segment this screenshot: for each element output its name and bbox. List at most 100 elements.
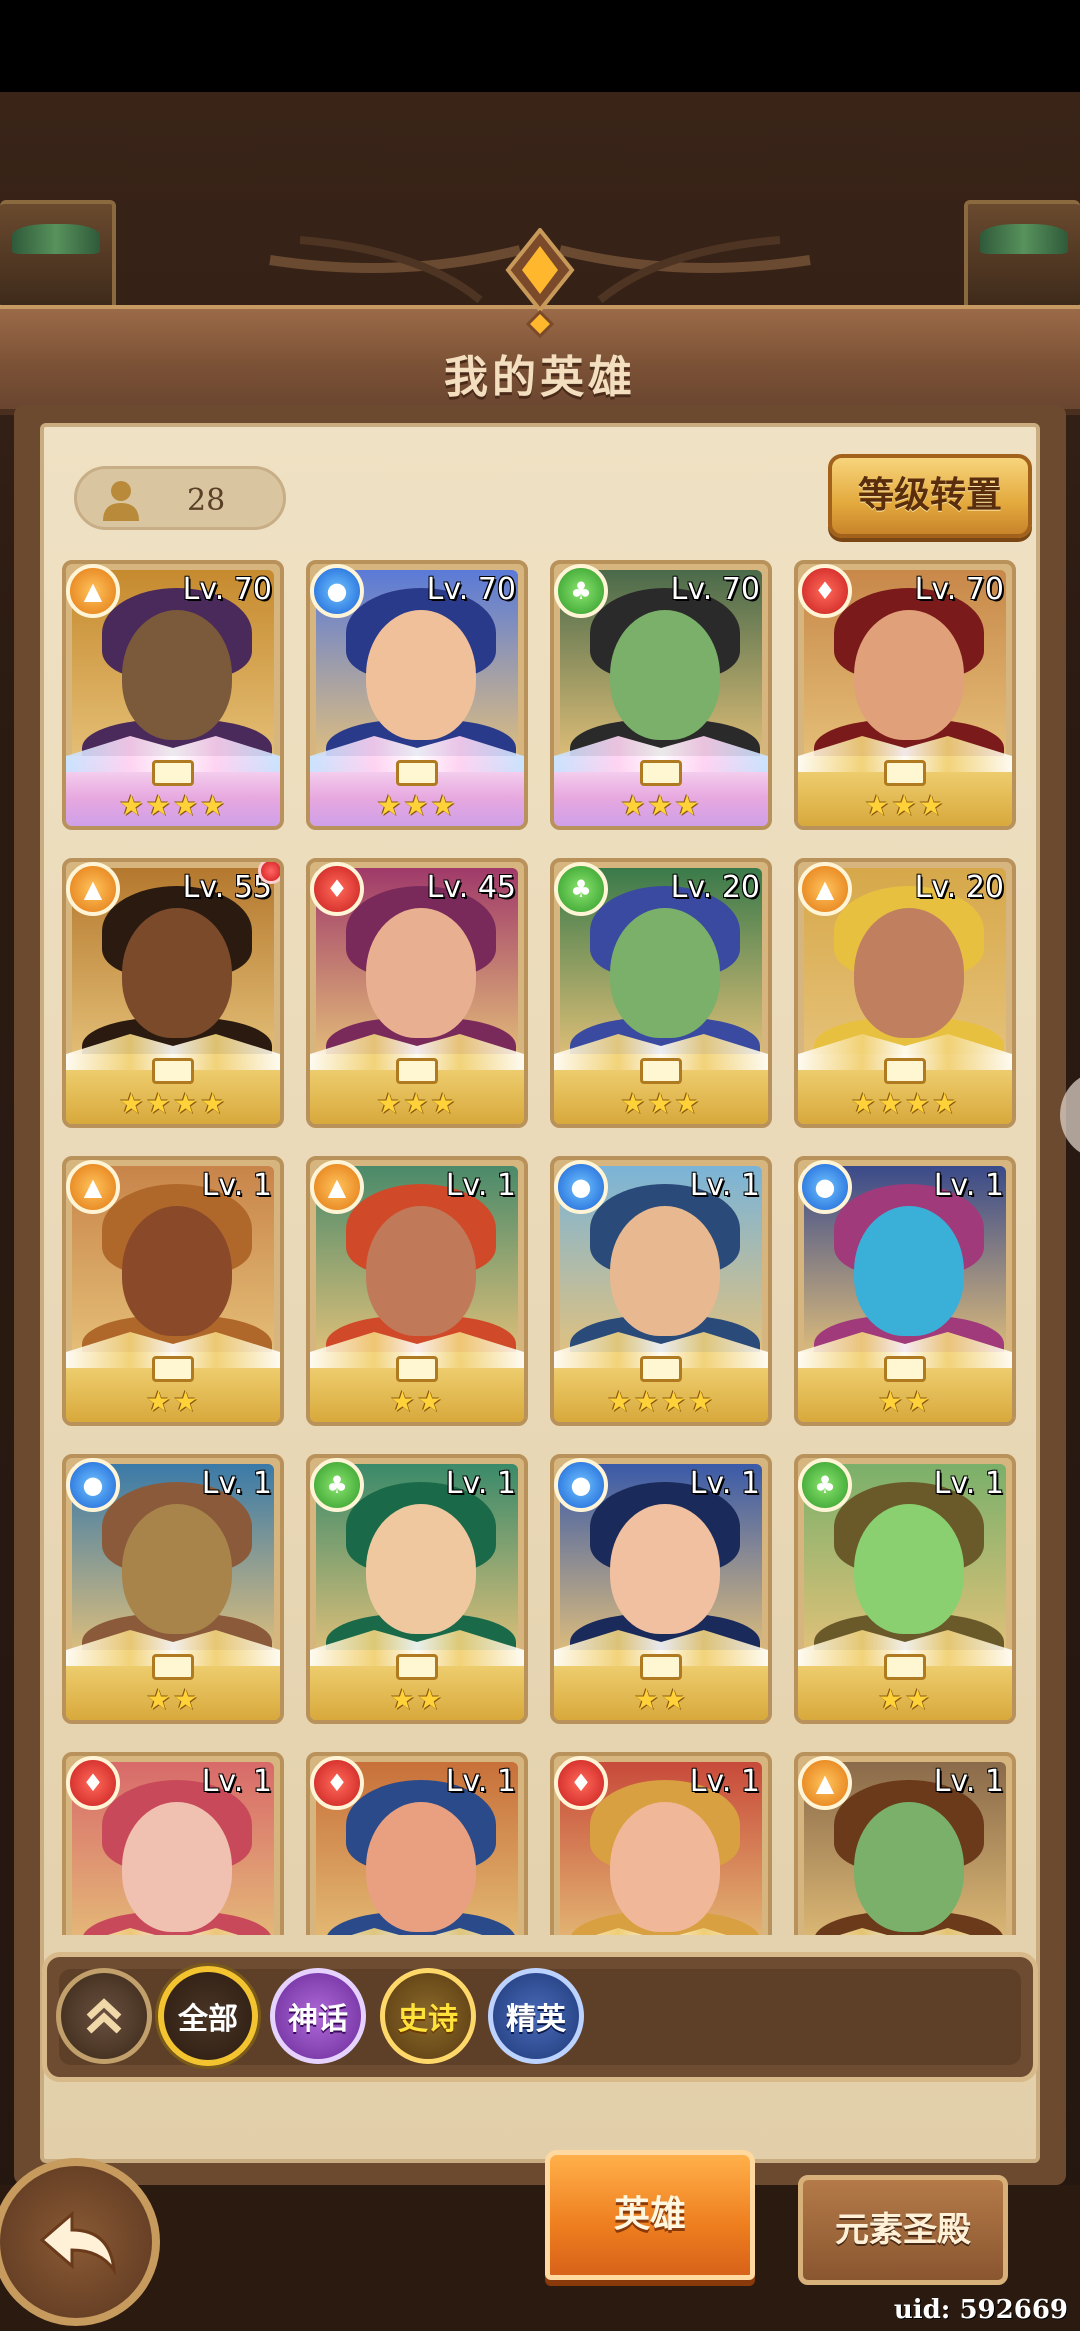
hero-grid: ★★★★ Lv. 70 ▲ ★★★ Lv. 70 ● ★★★ Lv. 70 ♣ ★★★ Lv. 70… (62, 560, 1022, 1935)
hero-card[interactable]: ★★★ Lv. 45 ♦ (306, 858, 528, 1128)
hero-level: Lv. 70 (182, 572, 272, 607)
hero-stars: ★★★ (376, 789, 458, 822)
collapse-button[interactable] (56, 1968, 152, 2064)
light-element-icon: ▲ (66, 1160, 120, 1214)
hero-level: Lv. 70 (426, 572, 516, 607)
tab-temple-label: 元素圣殿 (835, 2210, 971, 2250)
hero-stars: ★★★ (376, 1087, 458, 1120)
nature-element-icon: ♣ (554, 862, 608, 916)
hero-stars: ★★ (389, 1683, 445, 1716)
light-element-icon: ▲ (798, 1756, 852, 1810)
hero-card[interactable]: ★★★★ Lv. 1 ● (550, 1156, 772, 1426)
hero-level: Lv. 1 (201, 1466, 272, 1501)
tab-heroes[interactable]: 英雄 (545, 2150, 755, 2280)
tab-element-temple[interactable]: 元素圣殿 (798, 2175, 1008, 2285)
hero-card[interactable]: ★★ Lv. 1 ● (550, 1454, 772, 1724)
rank-emblem-icon (640, 760, 682, 786)
hero-stars: ★★ (145, 1385, 201, 1418)
double-chevron-up-icon (86, 1998, 122, 2034)
fire-element-icon: ♦ (310, 1756, 364, 1810)
status-bar (0, 0, 1080, 92)
rank-emblem-icon (396, 1058, 438, 1084)
hero-card[interactable]: ★★★ Lv. 70 ♦ (794, 560, 1016, 830)
hero-card[interactable]: ★★★★ Lv. 20 ▲ (794, 858, 1016, 1128)
hero-card[interactable]: Lv. 1 ▲ (794, 1752, 1016, 1935)
nature-element-icon: ♣ (798, 1458, 852, 1512)
fire-element-icon: ♦ (66, 1756, 120, 1810)
hero-card[interactable]: ★★ Lv. 1 ▲ (306, 1156, 528, 1426)
hero-level: Lv. 70 (914, 572, 1004, 607)
rank-emblem-icon (884, 1356, 926, 1382)
nature-element-icon: ♣ (310, 1458, 364, 1512)
hero-card[interactable]: Lv. 1 ♦ (62, 1752, 284, 1935)
hero-stars: ★★★★ (118, 789, 228, 822)
hero-count-badge: 28 (74, 466, 286, 530)
hero-card[interactable]: ★★ Lv. 1 ● (794, 1156, 1016, 1426)
rank-emblem-icon (884, 1058, 926, 1084)
hero-level: Lv. 45 (426, 870, 516, 905)
hero-level: Lv. 20 (914, 870, 1004, 905)
user-id: uid: 592669 (893, 2295, 1068, 2325)
hero-level: Lv. 1 (689, 1466, 760, 1501)
filter-epic-button[interactable]: 史诗 (380, 1968, 476, 2064)
hero-stars: ★★★ (620, 1087, 702, 1120)
water-element-icon: ● (310, 564, 364, 618)
hero-card[interactable]: ★★ Lv. 1 ▲ (62, 1156, 284, 1426)
hero-stars: ★★ (633, 1683, 689, 1716)
fire-element-icon: ♦ (798, 564, 852, 618)
filter-all-button[interactable]: 全部 (158, 1966, 258, 2066)
water-element-icon: ● (554, 1458, 608, 1512)
hero-level: Lv. 1 (201, 1168, 272, 1203)
hero-card[interactable]: ★★ Lv. 1 ♣ (306, 1454, 528, 1724)
rank-emblem-icon (884, 760, 926, 786)
rank-emblem-icon (152, 1654, 194, 1680)
hero-level: Lv. 1 (445, 1168, 516, 1203)
level-transfer-button[interactable]: 等级转置 (828, 454, 1032, 538)
hero-stars: ★★ (145, 1683, 201, 1716)
light-element-icon: ▲ (798, 862, 852, 916)
page-title: 我的英雄 (444, 352, 636, 403)
filter-elite-button[interactable]: 精英 (488, 1968, 584, 2064)
hero-level: Lv. 1 (201, 1764, 272, 1799)
hero-stars: ★★★★ (606, 1385, 716, 1418)
hero-stars: ★★★★ (850, 1087, 960, 1120)
level-transfer-label: 等级转置 (857, 475, 1002, 516)
hero-level: Lv. 1 (445, 1466, 516, 1501)
hero-level: Lv. 1 (689, 1168, 760, 1203)
notification-dot (258, 862, 280, 884)
hero-level: Lv. 1 (933, 1466, 1004, 1501)
hero-stars: ★★★ (864, 789, 946, 822)
hero-stars: ★★ (389, 1385, 445, 1418)
water-element-icon: ● (66, 1458, 120, 1512)
hero-level: Lv. 20 (670, 870, 760, 905)
hero-stars: ★★★ (620, 789, 702, 822)
hero-card[interactable]: Lv. 1 ♦ (550, 1752, 772, 1935)
hero-level: Lv. 1 (933, 1168, 1004, 1203)
hero-card[interactable]: ★★★★ Lv. 55 ▲ (62, 858, 284, 1128)
hero-card[interactable]: ★★★ Lv. 70 ♣ (550, 560, 772, 830)
fire-element-icon: ♦ (310, 862, 364, 916)
rank-emblem-icon (152, 760, 194, 786)
rank-emblem-icon (640, 1058, 682, 1084)
rank-emblem-icon (640, 1356, 682, 1382)
fire-element-icon: ♦ (554, 1756, 608, 1810)
water-element-icon: ● (554, 1160, 608, 1214)
rank-emblem-icon (152, 1058, 194, 1084)
hero-card[interactable]: ★★★ Lv. 20 ♣ (550, 858, 772, 1128)
hero-level: Lv. 1 (445, 1764, 516, 1799)
filter-mythic-button[interactable]: 神话 (270, 1968, 366, 2064)
hero-card[interactable]: Lv. 1 ♦ (306, 1752, 528, 1935)
gem-emblem-icon (505, 228, 575, 338)
hero-stars: ★★★★ (118, 1087, 228, 1120)
rank-emblem-icon (152, 1356, 194, 1382)
hero-card[interactable]: ★★★★ Lv. 70 ▲ (62, 560, 284, 830)
hero-card[interactable]: ★★★ Lv. 70 ● (306, 560, 528, 830)
rank-emblem-icon (396, 760, 438, 786)
hero-card[interactable]: ★★ Lv. 1 ● (62, 1454, 284, 1724)
back-arrow-icon (39, 2210, 117, 2276)
water-element-icon: ● (798, 1160, 852, 1214)
rank-emblem-icon (884, 1654, 926, 1680)
hero-stars: ★★ (877, 1683, 933, 1716)
hero-level: Lv. 1 (689, 1764, 760, 1799)
hero-card[interactable]: ★★ Lv. 1 ♣ (794, 1454, 1016, 1724)
